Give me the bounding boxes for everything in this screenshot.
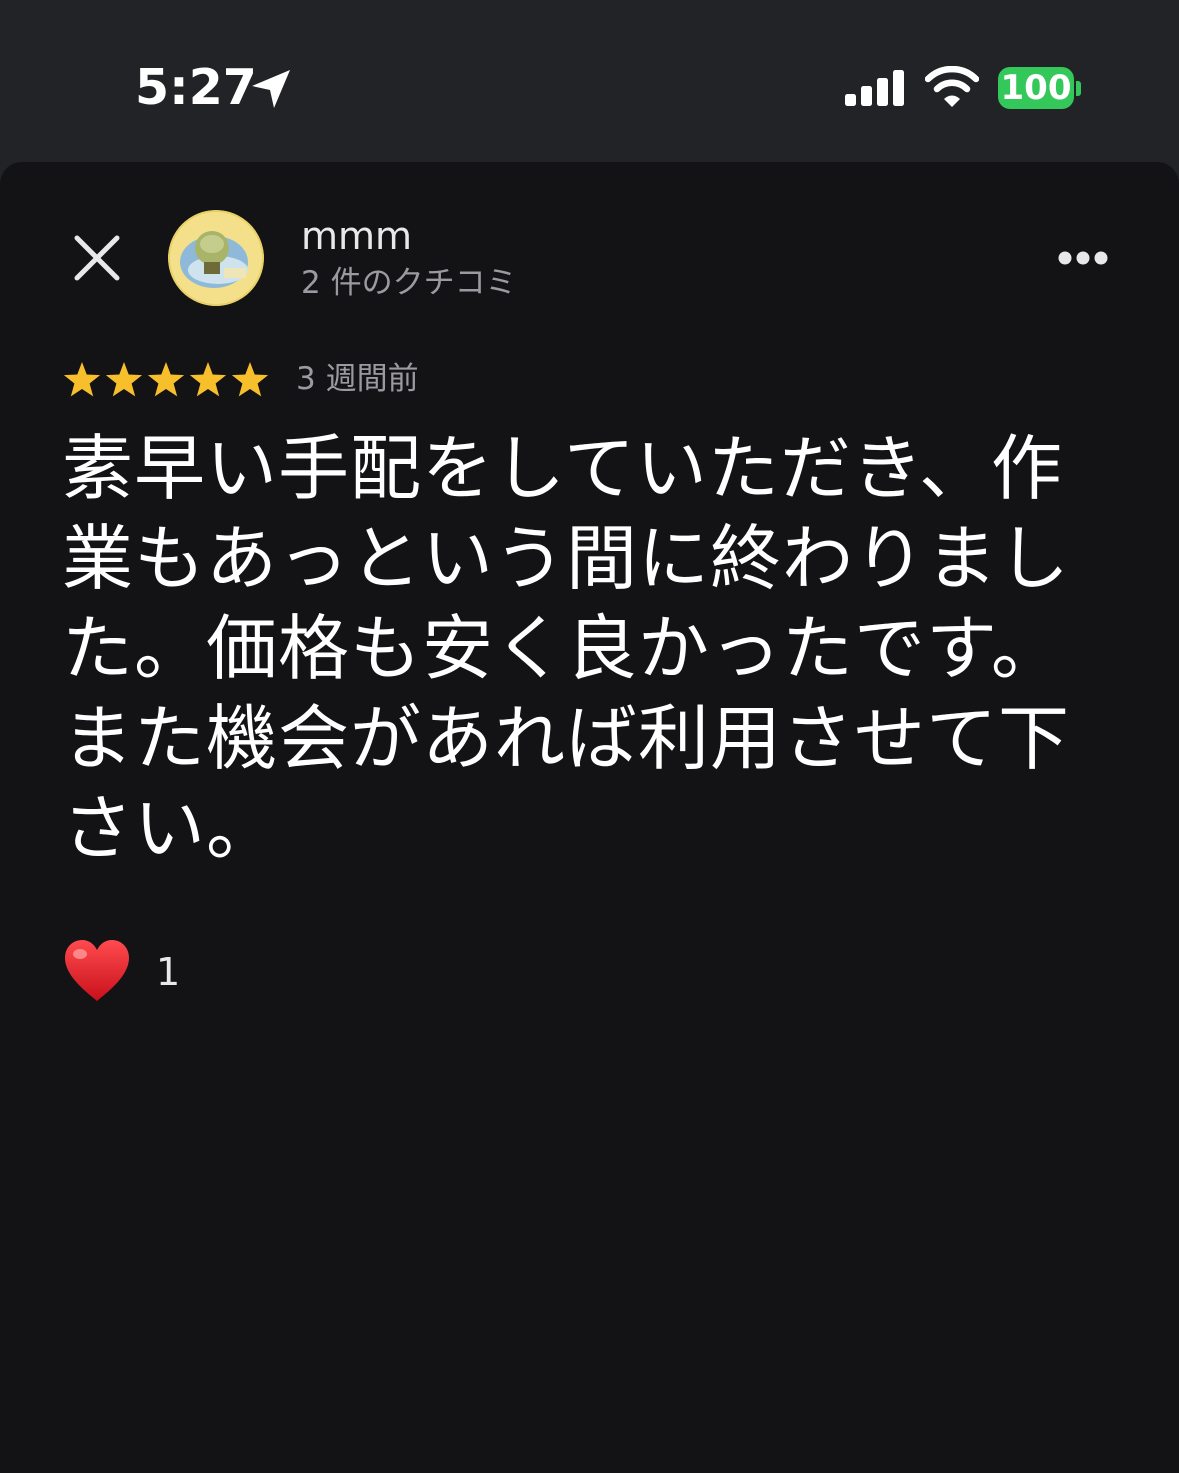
star-icon bbox=[231, 362, 269, 397]
location-arrow-icon bbox=[252, 70, 290, 108]
heart-icon[interactable] bbox=[62, 938, 132, 1004]
star-rating bbox=[63, 362, 269, 397]
star-icon bbox=[63, 362, 101, 397]
status-bar: 5:27 100 bbox=[0, 0, 1179, 162]
review-time: 3 週間前 bbox=[296, 361, 419, 397]
avatar[interactable] bbox=[168, 210, 264, 306]
review-count: 2 件のクチコミ bbox=[301, 265, 517, 301]
battery-icon: 100 bbox=[998, 67, 1074, 109]
more-icon[interactable] bbox=[1055, 243, 1111, 273]
wifi-icon bbox=[925, 66, 979, 107]
star-icon bbox=[147, 362, 185, 397]
user-name[interactable]: mmm bbox=[301, 211, 412, 261]
like-count: 1 bbox=[156, 950, 181, 994]
review-text: 素早い手配をしていただき、作業もあっという間に終わりました。価格も安く良かったで… bbox=[62, 427, 1071, 870]
battery-tip bbox=[1076, 81, 1081, 96]
star-icon bbox=[105, 362, 143, 397]
close-icon[interactable] bbox=[70, 231, 124, 285]
cellular-signal-icon bbox=[845, 70, 904, 106]
status-time: 5:27 bbox=[135, 59, 257, 116]
star-icon bbox=[189, 362, 227, 397]
